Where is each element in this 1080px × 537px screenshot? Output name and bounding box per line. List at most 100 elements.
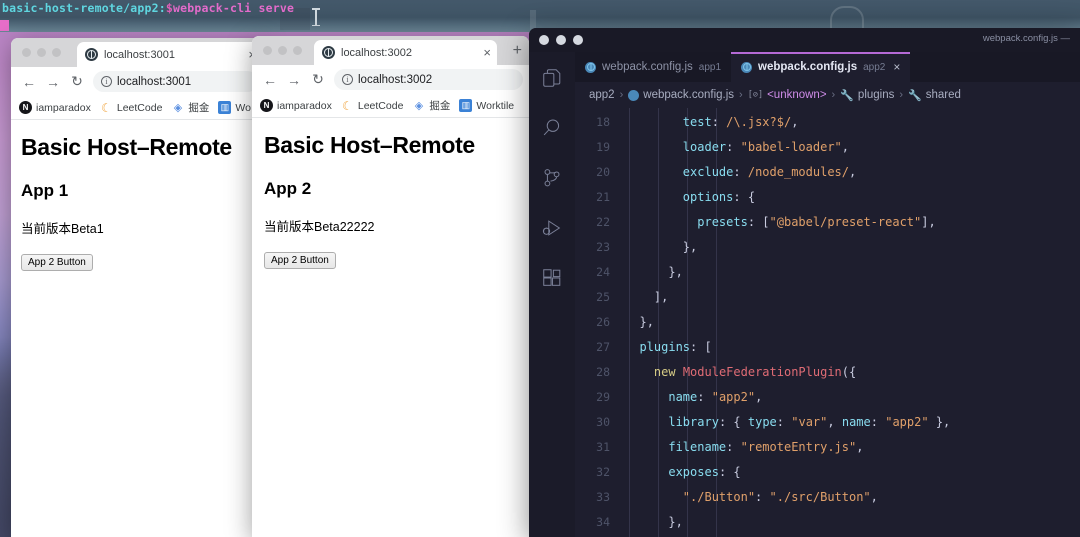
version-text: 当前版本Beta1	[21, 222, 104, 236]
code-line[interactable]: library: { type: "var", name: "app2" },	[621, 410, 1080, 435]
editor-group: webpack.config.js app1 webpack.config.js…	[575, 52, 1080, 537]
bookmark-iamparadox[interactable]: N iamparadox	[19, 101, 91, 114]
forward-icon[interactable]: →	[282, 68, 306, 92]
tab-webpack-config-app2[interactable]: webpack.config.js app2 ×	[731, 52, 911, 82]
code-content[interactable]: test: /\.jsx?$/, loader: "babel-loader",…	[621, 108, 1080, 537]
code-line[interactable]: test: /\.jsx?$/,	[621, 110, 1080, 135]
breadcrumb-item-app2[interactable]: app2	[589, 89, 615, 101]
code-line[interactable]: exposes: {	[621, 460, 1080, 485]
terminal-cursor	[0, 20, 9, 31]
editor-scrollbar[interactable]	[1067, 108, 1080, 537]
breadcrumb: app2 › webpack.config.js › [⊘] <unknown>…	[575, 82, 1080, 108]
tab-webpack-config-app1[interactable]: webpack.config.js app1	[575, 52, 731, 82]
browser-tab-3001[interactable]: localhost:3001 ×	[77, 42, 262, 67]
bookmark-leetcode[interactable]: ☾ LeetCode	[341, 99, 403, 113]
page-title: Basic Host–Remote	[264, 132, 475, 158]
terminal-path: basic-host-remote/app2:	[2, 1, 166, 15]
bookmark-worktile[interactable]: ▥ Wo	[218, 101, 251, 114]
minimize-window-button[interactable]	[556, 35, 566, 45]
code-line[interactable]: exclude: /node_modules/,	[621, 160, 1080, 185]
site-info-icon[interactable]: i	[101, 76, 112, 87]
code-line[interactable]: },	[621, 235, 1080, 260]
explorer-icon[interactable]	[540, 66, 564, 90]
window-traffic-lights[interactable]	[263, 46, 302, 55]
bookmark-label: LeetCode	[116, 101, 163, 114]
maximize-window-button[interactable]	[573, 35, 583, 45]
bookmark-label: Wo	[235, 101, 251, 114]
globe-icon	[85, 48, 98, 61]
minimize-window-button[interactable]	[278, 46, 287, 55]
text-cursor-icon	[312, 8, 319, 26]
code-line[interactable]: plugins: [	[621, 335, 1080, 360]
reload-icon[interactable]: ↻	[65, 70, 89, 94]
code-line[interactable]: ],	[621, 285, 1080, 310]
address-bar[interactable]: i localhost:3002	[334, 69, 523, 90]
vscode-body: webpack.config.js app1 webpack.config.js…	[529, 52, 1080, 537]
bookmark-juejin[interactable]: ◈ 掘金	[171, 100, 210, 115]
close-window-button[interactable]	[539, 35, 549, 45]
tab-filename: webpack.config.js	[602, 61, 693, 73]
bookmark-label: 掘金	[429, 100, 451, 112]
forward-icon[interactable]: →	[41, 70, 65, 94]
line-number: 19	[596, 140, 610, 154]
maximize-window-button[interactable]	[293, 46, 302, 55]
breadcrumb-item-unknown[interactable]: [⊘] <unknown>	[748, 89, 827, 101]
vscode-window[interactable]: webpack.config.js — webpack.config.js ap…	[529, 28, 1080, 537]
code-line[interactable]: name: "app2",	[621, 385, 1080, 410]
breadcrumb-separator: ›	[831, 89, 836, 101]
line-number: 32	[596, 465, 610, 479]
bookmark-leetcode[interactable]: ☾ LeetCode	[100, 101, 163, 115]
close-window-button[interactable]	[263, 46, 272, 55]
code-line[interactable]: filename: "remoteEntry.js",	[621, 435, 1080, 460]
code-line[interactable]: options: {	[621, 185, 1080, 210]
code-line[interactable]: },	[621, 310, 1080, 335]
browser-tab-3002[interactable]: localhost:3002 ×	[314, 40, 497, 65]
bookmarks-bar: N iamparadox ☾ LeetCode ◈ 掘金 ▥ Wo	[11, 96, 264, 120]
code-line[interactable]: loader: "babel-loader",	[621, 135, 1080, 160]
close-icon[interactable]: ×	[893, 60, 900, 74]
back-icon[interactable]: ←	[17, 70, 41, 94]
bookmark-juejin[interactable]: ◈ 掘金	[412, 98, 451, 113]
js-file-icon	[585, 61, 596, 73]
search-icon[interactable]	[540, 116, 564, 140]
code-line[interactable]: },	[621, 260, 1080, 285]
browser-window-3002[interactable]: localhost:3002 × + ← → ↻ i localhost:300…	[252, 36, 529, 537]
address-bar[interactable]: i localhost:3001	[93, 71, 258, 92]
code-line[interactable]: },	[621, 510, 1080, 535]
breadcrumb-item-plugins[interactable]: 🔧 plugins	[840, 89, 894, 102]
breadcrumb-item-shared[interactable]: 🔧 shared	[908, 89, 961, 102]
line-number: 34	[596, 515, 610, 529]
app2-button[interactable]: App 2 Button	[21, 254, 93, 271]
code-line[interactable]: "./Button": "./src/Button",	[621, 485, 1080, 510]
source-control-icon[interactable]	[540, 166, 564, 190]
close-icon[interactable]: ×	[483, 46, 491, 59]
new-tab-button[interactable]: +	[513, 43, 522, 59]
reload-icon[interactable]: ↻	[306, 68, 330, 92]
back-icon[interactable]: ←	[258, 68, 282, 92]
window-traffic-lights[interactable]	[22, 48, 61, 57]
js-file-icon	[628, 89, 640, 101]
bookmark-worktile[interactable]: ▥ Worktile	[459, 99, 514, 112]
minimize-window-button[interactable]	[37, 48, 46, 57]
worktile-icon: ▥	[218, 101, 232, 114]
run-debug-icon[interactable]	[540, 216, 564, 240]
browser-tab-title: localhost:3001	[104, 48, 175, 61]
extensions-icon[interactable]	[540, 266, 564, 290]
vscode-titlebar: webpack.config.js —	[529, 28, 1080, 52]
close-window-button[interactable]	[22, 48, 31, 57]
code-line[interactable]: new ModuleFederationPlugin({	[621, 360, 1080, 385]
vscode-window-title: webpack.config.js —	[982, 33, 1070, 44]
code-line[interactable]: presets: ["@babel/preset-react"],	[621, 210, 1080, 235]
maximize-window-button[interactable]	[52, 48, 61, 57]
browser-toolbar: ← → ↻ i localhost:3001	[11, 67, 264, 96]
breadcrumb-item-file[interactable]: webpack.config.js	[628, 89, 734, 101]
browser-tab-title: localhost:3002	[341, 46, 412, 59]
site-info-icon[interactable]: i	[342, 74, 353, 85]
app2-button[interactable]: App 2 Button	[264, 252, 336, 269]
bookmark-iamparadox[interactable]: N iamparadox	[260, 99, 332, 112]
code-editor[interactable]: 1819202122232425262728293031323334353637…	[575, 108, 1080, 537]
address-bar-url: localhost:3001	[117, 75, 192, 88]
browser-window-3001[interactable]: localhost:3001 × ← → ↻ i localhost:3001 …	[11, 38, 264, 537]
breadcrumb-separator: ›	[619, 89, 624, 101]
window-traffic-lights[interactable]	[529, 35, 583, 45]
